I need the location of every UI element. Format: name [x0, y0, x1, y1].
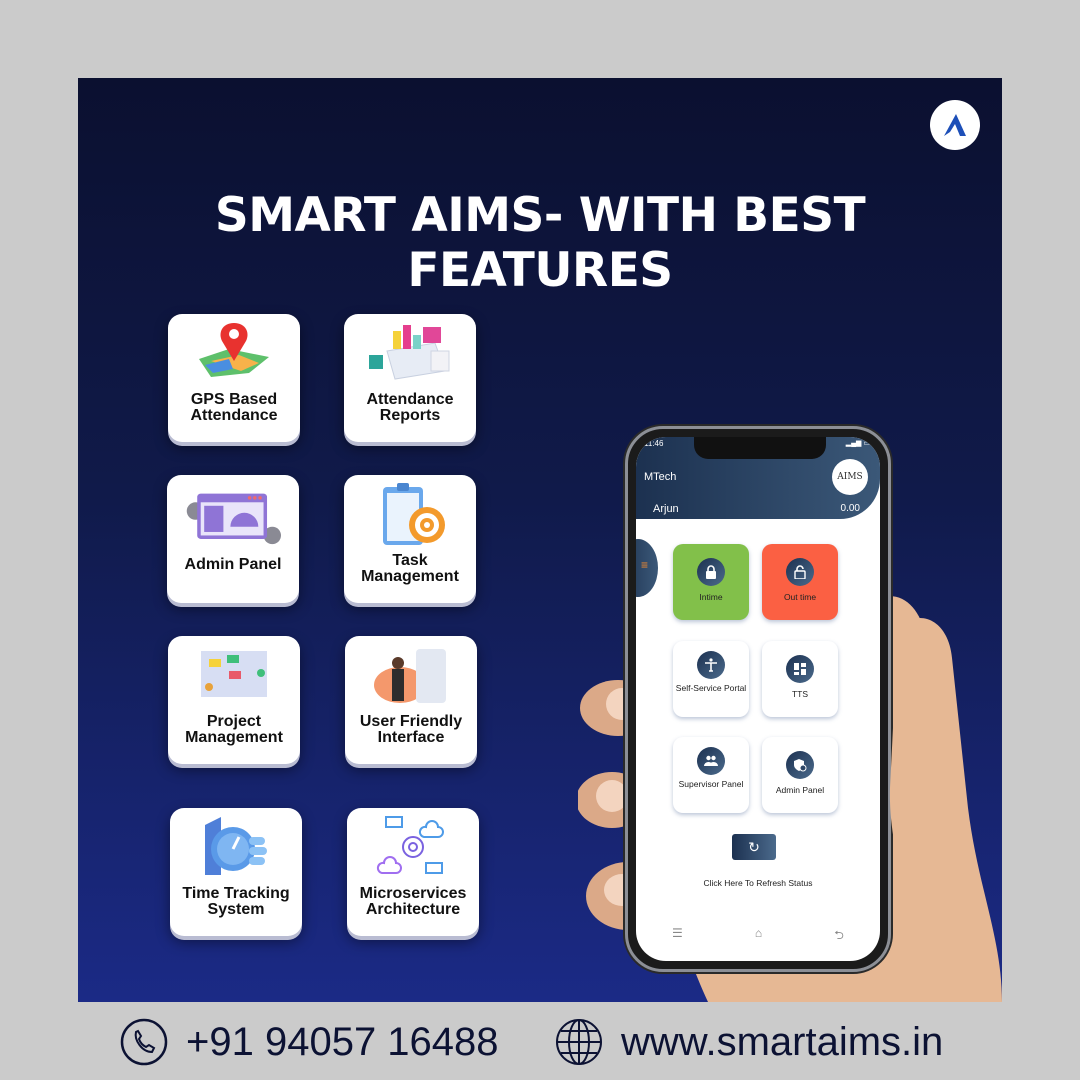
- user-phone-icon: [374, 649, 446, 703]
- group-icon: [704, 755, 718, 766]
- feature-card-attendance-reports: Attendance Reports: [344, 314, 476, 442]
- menu-icon: ≡: [640, 558, 648, 572]
- thumb-illustration: [889, 618, 1002, 1002]
- refresh-button[interactable]: ↻: [732, 834, 776, 860]
- outtime-button[interactable]: Out time: [762, 544, 838, 620]
- feature-label: Attendance: [366, 391, 454, 408]
- page-title: SMART AIMS- WITH BEST FEATURES: [214, 188, 866, 298]
- checklist-target-icon: [383, 483, 445, 545]
- supervisor-panel-button[interactable]: Supervisor Panel: [673, 737, 749, 813]
- balance-value: 0.00: [840, 503, 860, 514]
- camera-notch: [694, 437, 826, 459]
- feature-card-time-tracking: Time Tracking System: [170, 808, 302, 936]
- company-name: MTech: [644, 471, 677, 483]
- phone-number: +91 94057 16488: [186, 1019, 499, 1064]
- system-navbar: ☰ ⌂ ⮌: [636, 926, 880, 947]
- refresh-status-text: Click Here To Refresh Status: [703, 878, 813, 888]
- feature-card-project-management: Project Management: [168, 636, 300, 764]
- team-board-icon: [201, 651, 267, 697]
- status-time: 11:46: [644, 439, 664, 448]
- tile-label: TTS: [791, 689, 809, 699]
- report-chart-icon: [369, 325, 450, 380]
- lock-icon: [706, 565, 716, 579]
- phone-contact[interactable]: +91 94057 16488: [120, 1018, 499, 1066]
- app-logo: AIMS: [832, 459, 868, 495]
- tile-label: Self-Service Portal: [675, 683, 747, 693]
- gear-cloud-server-icon: [376, 816, 444, 874]
- menu-drawer-toggle[interactable]: ≡: [636, 539, 658, 597]
- recent-apps-icon[interactable]: ☰: [672, 926, 683, 947]
- feature-label: GPS Based: [190, 391, 278, 408]
- back-icon[interactable]: ⮌: [834, 926, 844, 947]
- brand-logo: [930, 100, 980, 150]
- website-url: www.smartaims.in: [621, 1019, 944, 1064]
- tile-label: Out time: [783, 592, 817, 602]
- refresh-icon: ↻: [748, 838, 760, 855]
- phone-icon: [120, 1018, 168, 1066]
- feature-label: Time Tracking: [182, 885, 290, 902]
- intime-button[interactable]: Intime: [673, 544, 749, 620]
- tile-label: Admin Panel: [775, 785, 825, 795]
- contact-footer: +91 94057 16488 www.smartaims.in: [0, 1002, 1080, 1080]
- feature-label: Task: [392, 552, 428, 569]
- person-icon: [705, 658, 717, 672]
- signal-battery-icon: ▂▄▆ ▭: [845, 440, 870, 447]
- map-pin-icon: [199, 323, 269, 377]
- app-header: 11:46 ▂▄▆ ▭ MTech AIMS Arjun 0.00: [636, 437, 880, 519]
- app-screen: 11:46 ▂▄▆ ▭ MTech AIMS Arjun 0.00 ≡ Inti…: [636, 437, 880, 961]
- feature-card-microservices: Microservices Architecture: [347, 808, 479, 936]
- promo-banner: SMART AIMS- WITH BEST FEATURES GPS Based…: [78, 78, 1002, 1002]
- feature-card-gps-attendance: GPS Based Attendance: [168, 314, 300, 442]
- feature-card-task-management: Task Management: [344, 475, 476, 603]
- tile-label: Intime: [699, 592, 723, 602]
- feature-label: User Friendly: [359, 713, 463, 730]
- feature-card-admin-panel: Admin Panel: [167, 475, 299, 603]
- globe-icon: [556, 1019, 602, 1065]
- admin-panel-button[interactable]: Admin Panel: [762, 737, 838, 813]
- dashboard-gauge-icon: [186, 493, 281, 545]
- aims-a-logo-icon: [944, 114, 966, 136]
- feature-label: Microservices: [359, 885, 467, 902]
- feature-label: Admin Panel: [184, 556, 282, 573]
- feature-card-user-friendly-interface: User Friendly Interface: [345, 636, 477, 764]
- website-contact[interactable]: www.smartaims.in: [555, 1018, 943, 1066]
- tile-label: Supervisor Panel: [678, 779, 744, 789]
- phone-mockup: 11:46 ▂▄▆ ▭ MTech AIMS Arjun 0.00 ≡ Inti…: [625, 426, 891, 972]
- dashboard-grid-icon: [794, 663, 806, 675]
- feature-label: Project: [206, 713, 262, 730]
- tts-button[interactable]: TTS: [762, 641, 838, 717]
- user-name: Arjun: [653, 503, 679, 515]
- admin-shield-icon: [794, 759, 807, 772]
- self-service-portal-button[interactable]: Self-Service Portal: [673, 641, 749, 717]
- unlock-icon: [794, 565, 806, 579]
- stopwatch-hand-icon: [205, 817, 267, 875]
- home-icon[interactable]: ⌂: [755, 926, 762, 947]
